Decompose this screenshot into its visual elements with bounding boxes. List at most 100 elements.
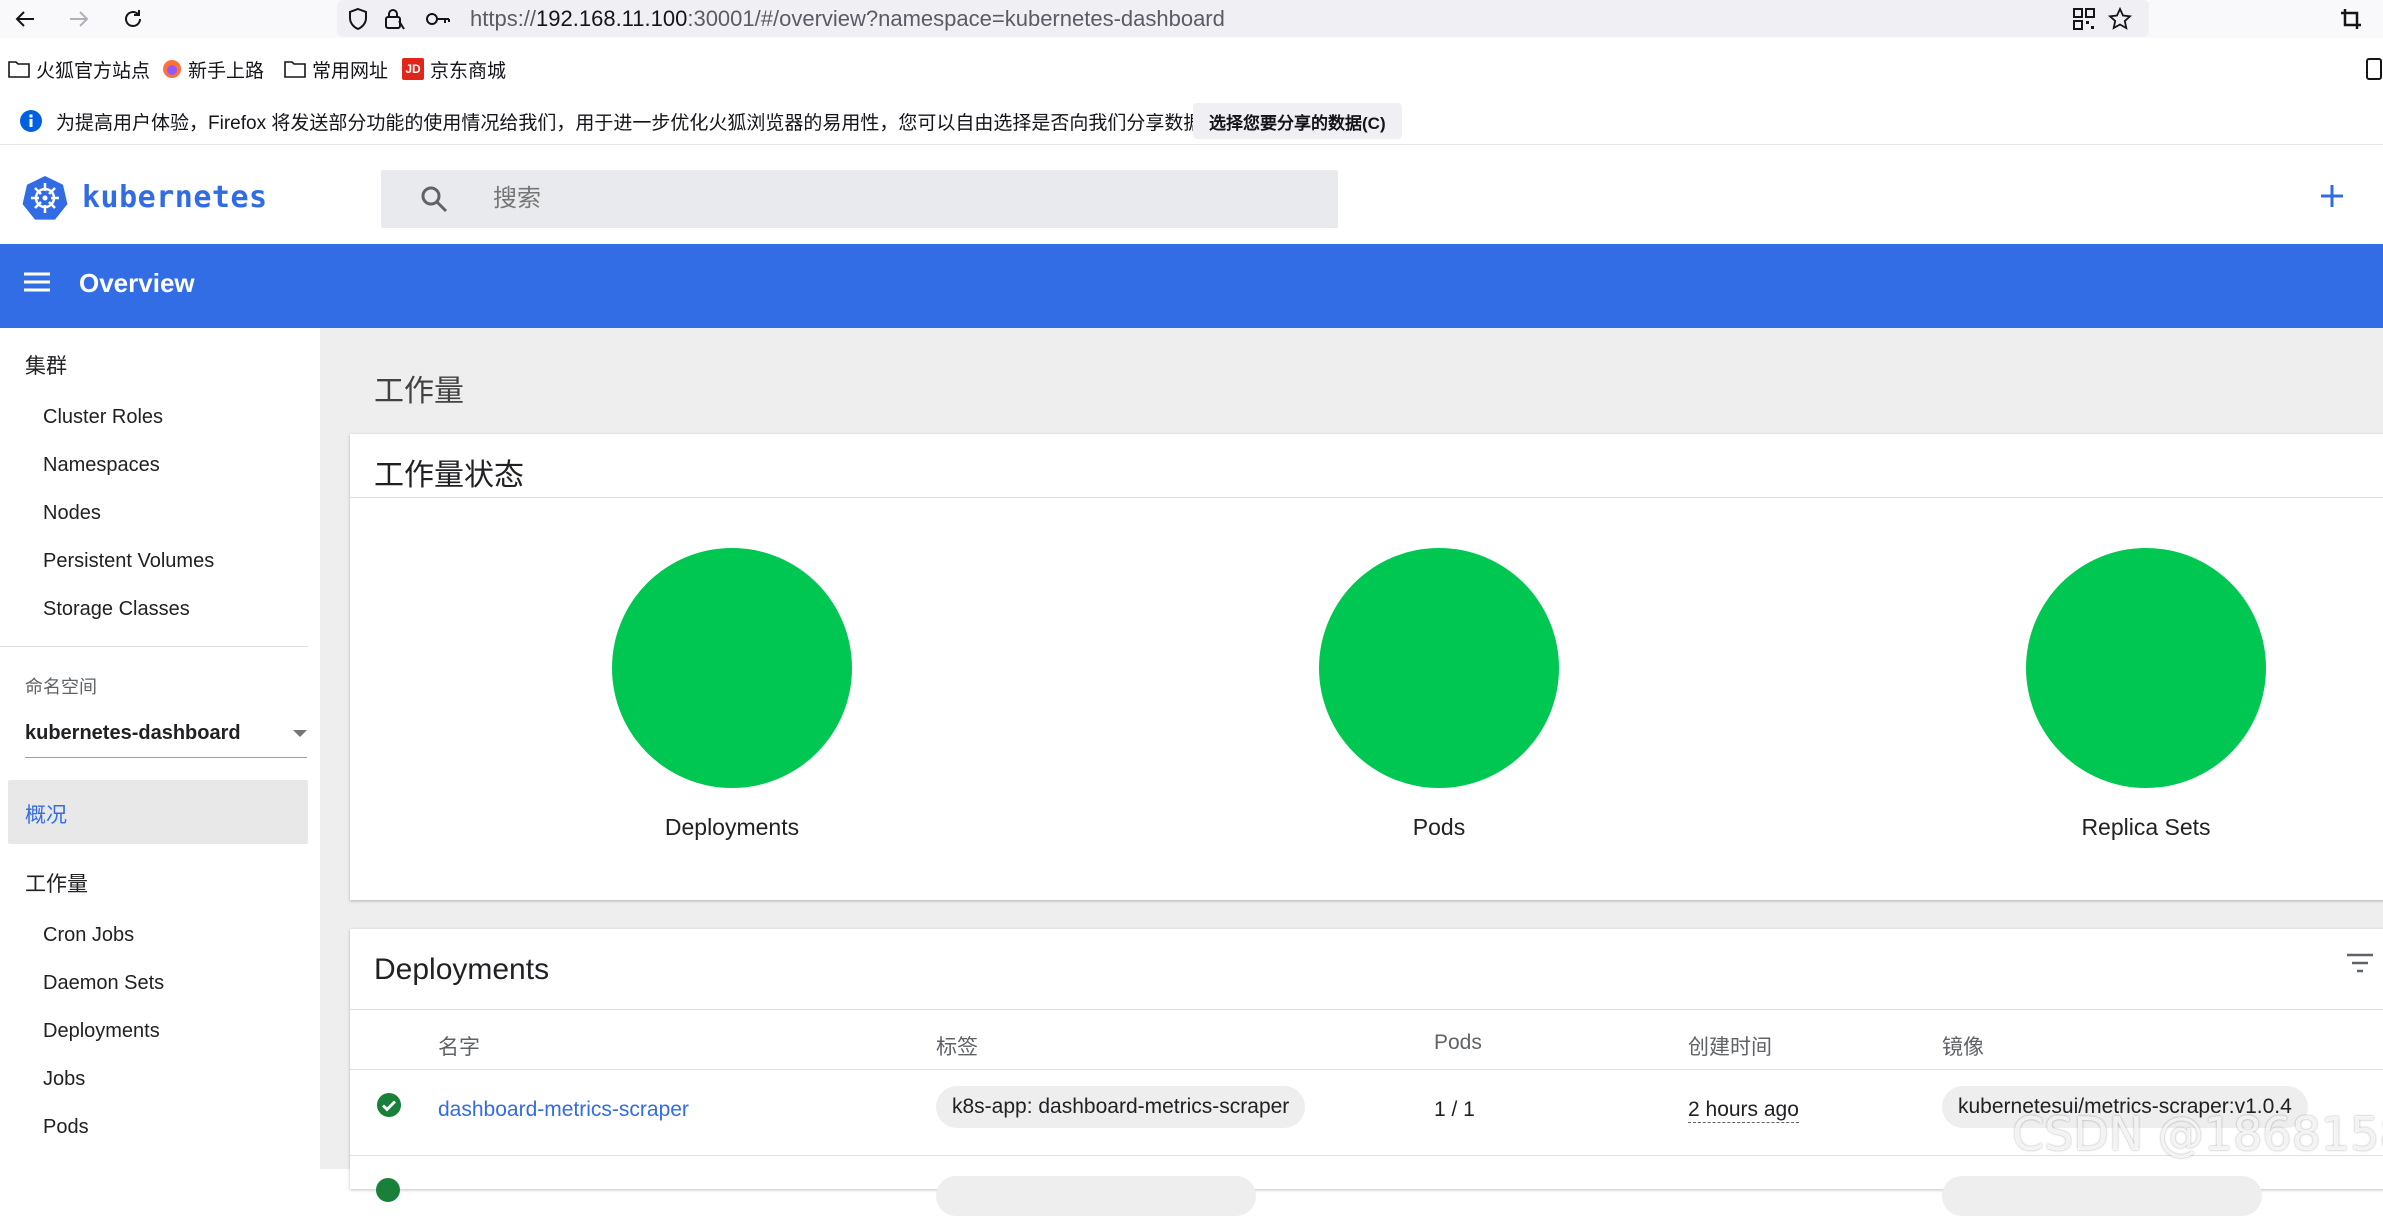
label-chip — [936, 1176, 1256, 1216]
bookmark-jd[interactable]: JD 京东商城 — [402, 52, 506, 86]
folder-icon — [8, 61, 30, 78]
card-divider — [350, 497, 2383, 498]
sidebar-item-nodes[interactable]: Nodes — [43, 502, 101, 525]
sidebar-item-namespaces[interactable]: Namespaces — [43, 454, 160, 477]
status-replica-sets[interactable]: Replica Sets — [2006, 548, 2286, 841]
telemetry-notice: 为提高用户体验，Firefox 将发送部分功能的使用情况给我们，用于进一步优化火… — [0, 97, 2383, 145]
choose-data-button[interactable]: 选择您要分享的数据(C) — [1193, 103, 1402, 139]
bookmarks-bar: 火狐官方站点 新手上路 常用网址 JD 京东商城 — [0, 52, 2383, 86]
url-text: https://192.168.11.100:30001/#/overview?… — [470, 5, 1225, 33]
column-header-images: 镜像 — [1942, 1036, 1984, 1059]
plus-icon — [2321, 185, 2343, 207]
sidebar-divider — [0, 646, 308, 647]
sidebar-item-pods[interactable]: Pods — [43, 1116, 89, 1139]
bookmark-getting-started[interactable]: 新手上路 — [162, 52, 264, 86]
search-icon — [421, 186, 448, 213]
sidebar-item-deployments[interactable]: Deployments — [43, 1020, 160, 1043]
workload-status-card: 工作量状态 Deployments Pods Replica Sets — [350, 434, 2383, 900]
firefox-icon — [163, 60, 181, 78]
sidebar-section-cluster[interactable]: 集群 — [25, 350, 67, 380]
sidebar-item-persistent-volumes[interactable]: Persistent Volumes — [43, 550, 214, 573]
sidebar: 集群 Cluster Roles Namespaces Nodes Persis… — [0, 328, 320, 1169]
column-header-pods: Pods — [1434, 1031, 1482, 1054]
sidebar-item-cluster-roles[interactable]: Cluster Roles — [43, 406, 163, 429]
qr-code-icon[interactable] — [2071, 6, 2097, 32]
bookmark-star-icon[interactable] — [2107, 6, 2133, 32]
filter-icon — [2347, 953, 2373, 973]
menu-button[interactable] — [22, 270, 52, 299]
column-header-created[interactable]: 创建时间 — [1688, 1031, 1772, 1061]
toolbar-title: Overview — [79, 268, 195, 298]
search-box[interactable] — [381, 170, 1338, 228]
status-ok-icon — [376, 1092, 402, 1123]
shield-icon[interactable] — [345, 6, 371, 32]
page-title: 工作量 — [374, 375, 464, 408]
sidebar-item-label: 概况 — [25, 804, 67, 827]
status-pods[interactable]: Pods — [1299, 548, 1579, 841]
app-header: kubernetes — [0, 148, 2383, 244]
bookmark-label: 京东商城 — [430, 60, 507, 82]
search-input[interactable] — [491, 180, 1291, 218]
status-ok-icon — [376, 1178, 400, 1202]
status-deployments[interactable]: Deployments — [592, 548, 872, 841]
row-divider — [350, 1069, 2383, 1070]
main-content: 工作量 工作量状态 Deployments Pods Replica Sets … — [320, 328, 2383, 1216]
status-chart-pods — [1319, 548, 1559, 788]
arrow-right-icon — [70, 11, 89, 27]
lock-icon[interactable] — [381, 6, 407, 32]
arrow-left-icon — [15, 11, 34, 27]
card-title: 工作量状态 — [374, 459, 524, 492]
sidebar-item-cron-jobs[interactable]: Cron Jobs — [43, 924, 134, 947]
bookmark-firefox-official[interactable]: 火狐官方站点 — [8, 52, 150, 86]
sidebar-item-overview[interactable]: 概况 — [8, 780, 308, 844]
kubernetes-logo-icon — [22, 176, 68, 220]
url-prefix: https:// — [470, 6, 537, 31]
notice-text: 为提高用户体验，Firefox 将发送部分功能的使用情况给我们，用于进一步优化火… — [56, 113, 1222, 134]
url-host: 192.168.11.100 — [536, 6, 688, 31]
page-toolbar: Overview — [0, 244, 2383, 328]
extensions-button[interactable] — [2336, 4, 2366, 34]
status-chart-replica-sets — [2026, 548, 2266, 788]
card-divider — [350, 1009, 2383, 1010]
pods-count: 1 / 1 — [1434, 1098, 1475, 1121]
url-bar[interactable]: https://192.168.11.100:30001/#/overview?… — [337, 0, 2149, 37]
jd-icon: JD — [402, 58, 424, 80]
status-chart-deployments — [612, 548, 852, 788]
watermark: CSDN @1868158 — [2012, 1107, 2383, 1161]
created-time[interactable]: 2 hours ago — [1688, 1098, 1799, 1123]
info-icon — [19, 109, 43, 138]
create-resource-button[interactable] — [2312, 176, 2352, 216]
browser-toolbar: https://192.168.11.100:30001/#/overview?… — [0, 0, 2383, 38]
sidebar-section-workloads[interactable]: 工作量 — [25, 868, 88, 898]
back-button[interactable] — [10, 4, 40, 34]
namespace-label: 命名空间 — [25, 677, 97, 697]
mobile-bookmarks-icon[interactable] — [2366, 58, 2382, 85]
bookmark-common-sites[interactable]: 常用网址 — [284, 52, 388, 86]
crop-icon — [2341, 9, 2361, 29]
sidebar-item-daemon-sets[interactable]: Daemon Sets — [43, 972, 164, 995]
status-label: Pods — [1412, 814, 1466, 840]
bookmark-label: 火狐官方站点 — [36, 60, 151, 82]
namespace-select[interactable]: kubernetes-dashboard — [25, 718, 307, 758]
status-label: Deployments — [664, 814, 800, 840]
card-title: Deployments — [374, 953, 550, 986]
forward-button[interactable] — [64, 4, 94, 34]
folder-icon — [284, 61, 306, 78]
reload-icon — [125, 10, 141, 27]
filter-button[interactable] — [2346, 953, 2374, 978]
column-header-name[interactable]: 名字 — [438, 1031, 480, 1061]
reload-button[interactable] — [118, 4, 148, 34]
bookmark-label: 新手上路 — [188, 60, 265, 82]
brand[interactable]: kubernetes — [22, 174, 268, 220]
chevron-down-icon — [293, 730, 307, 737]
key-icon[interactable] — [425, 6, 451, 32]
brand-name: kubernetes — [82, 179, 268, 215]
deployment-name-link[interactable]: dashboard-metrics-scraper — [438, 1098, 689, 1122]
sidebar-item-storage-classes[interactable]: Storage Classes — [43, 598, 190, 621]
column-header-labels: 标签 — [936, 1036, 978, 1059]
namespace-value: kubernetes-dashboard — [25, 722, 241, 744]
label-chip: k8s-app: dashboard-metrics-scraper — [936, 1086, 1306, 1128]
image-chip — [1942, 1176, 2262, 1216]
bookmark-label: 常用网址 — [312, 60, 389, 82]
sidebar-item-jobs[interactable]: Jobs — [43, 1068, 85, 1091]
